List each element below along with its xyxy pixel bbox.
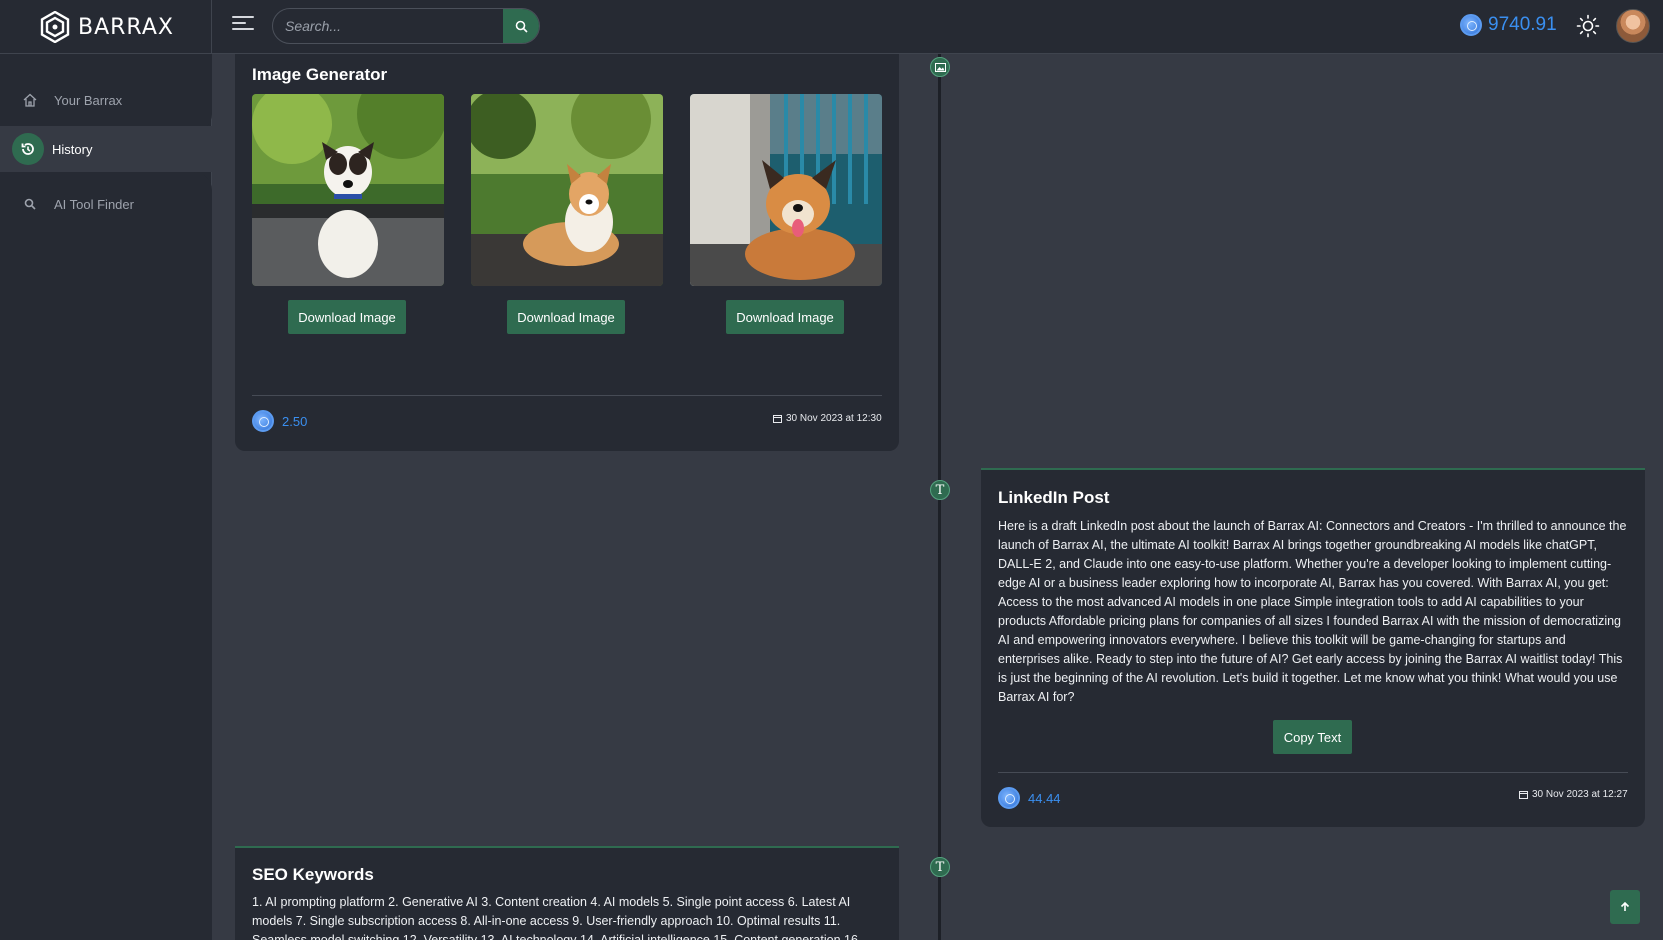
search-bar [272, 8, 540, 44]
generated-image[interactable] [252, 94, 444, 286]
timestamp-text: 30 Nov 2023 at 12:30 [786, 413, 882, 424]
calendar-icon [1519, 791, 1528, 799]
search-button[interactable] [503, 9, 539, 43]
menu-toggle-icon[interactable] [232, 16, 254, 36]
sidebar-item-history[interactable]: History [0, 126, 212, 172]
sidebar-item-ai-tool-finder[interactable]: AI Tool Finder [0, 178, 212, 230]
cost-display: 2.50 [252, 410, 307, 432]
calendar-icon [773, 415, 782, 423]
scroll-to-top-button[interactable] [1610, 890, 1640, 924]
seo-keywords-card: SEO Keywords 1. AI prompting platform 2.… [235, 846, 899, 940]
balance-value: 9740.91 [1488, 14, 1557, 35]
generated-image[interactable] [690, 94, 882, 286]
credit-balance[interactable]: 9740.91 [1460, 14, 1557, 36]
history-icon [12, 133, 44, 165]
download-image-button[interactable]: Download Image [507, 300, 625, 334]
card-title: SEO Keywords [252, 865, 374, 884]
sidebar-item-label: AI Tool Finder [54, 196, 134, 212]
cost-display: 44.44 [998, 787, 1061, 809]
cost-value: 44.44 [1028, 790, 1061, 806]
search-icon [515, 20, 528, 33]
post-text: Here is a draft LinkedIn post about the … [998, 519, 1627, 704]
timestamp: 30 Nov 2023 at 12:30 [773, 413, 882, 424]
generated-image[interactable] [471, 94, 663, 286]
card-divider [998, 772, 1628, 773]
top-bar: BARRAX 9740.91 [0, 0, 1663, 54]
cost-value: 2.50 [282, 413, 308, 429]
brand-logo[interactable]: BARRAX [0, 0, 212, 54]
home-icon [20, 90, 40, 110]
coin-icon [252, 410, 274, 432]
card-divider [252, 395, 882, 396]
timestamp-text: 30 Nov 2023 at 12:27 [1532, 789, 1628, 800]
sidebar-item-your-barrax[interactable]: Your Barrax [0, 74, 212, 126]
arrow-up-icon [1620, 902, 1630, 911]
timestamp: 30 Nov 2023 at 12:27 [1519, 789, 1628, 800]
card-title: Image Generator [252, 65, 388, 84]
download-image-button[interactable]: Download Image [726, 300, 844, 334]
coin-icon [998, 787, 1020, 809]
brand-name: BARRAX [78, 14, 174, 40]
card-title: LinkedIn Post [998, 488, 1110, 507]
download-image-button[interactable]: Download Image [288, 300, 406, 334]
sun-icon[interactable] [1576, 14, 1600, 38]
search-input[interactable] [273, 9, 503, 43]
image-icon [930, 57, 950, 77]
hexagon-logo-icon [40, 11, 70, 43]
user-avatar[interactable] [1616, 9, 1650, 43]
linkedin-post-card: LinkedIn Post Here is a draft LinkedIn p… [981, 468, 1645, 827]
copy-text-button[interactable]: Copy Text [1273, 720, 1352, 754]
sidebar-item-label: Your Barrax [54, 92, 123, 108]
search-icon [20, 194, 40, 214]
image-generator-card: Image Generator Download Image Download … [235, 54, 899, 451]
seo-keywords-text: 1. AI prompting platform 2. Generative A… [252, 895, 862, 940]
text-type-icon: T [930, 480, 950, 500]
sidebar-item-label: History [52, 141, 93, 157]
text-type-icon: T [930, 857, 950, 877]
coin-icon [1460, 14, 1482, 36]
sidebar: Your Barrax History AI Tool Finder [0, 54, 212, 940]
